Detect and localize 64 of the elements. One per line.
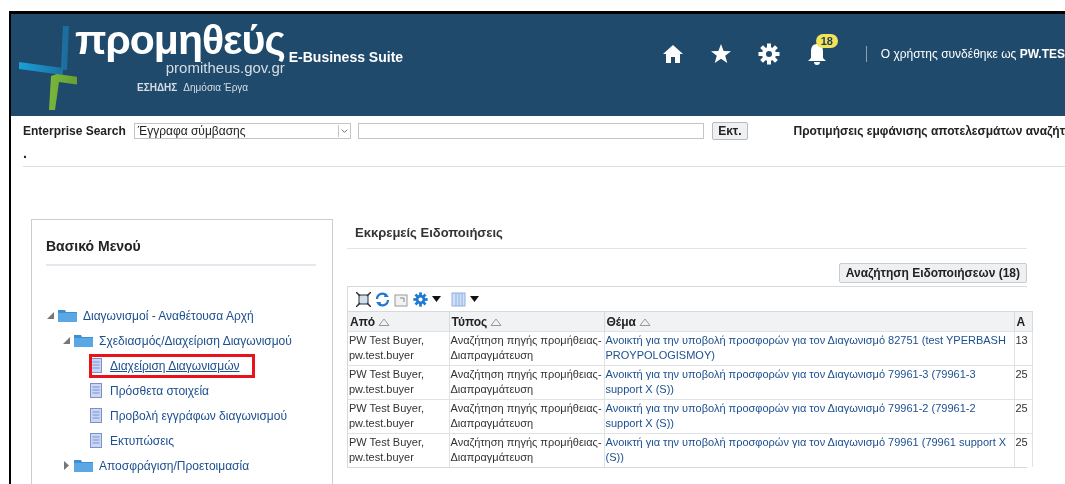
search-field[interactable] (357, 123, 705, 139)
star-icon[interactable] (709, 43, 732, 65)
table-cell-text: 25 (1015, 435, 1029, 450)
table-cell-text: PW Test Buyer, pw.test.buyer (349, 401, 425, 431)
document-icon (90, 433, 102, 448)
refresh-icon[interactable] (375, 291, 390, 307)
logo-wordmark: προμηθεύς (75, 18, 285, 62)
menu-title: Βασικό Μενού (46, 238, 141, 254)
menu-link[interactable]: Διαχείριση Διαγωνισμών (92, 356, 252, 375)
table-cell: Αναζήτηση πηγής προμήθειας-Διαπραγμάτευση (450, 435, 603, 465)
table-cell: Αναζήτηση πηγής προμήθειας-Διαπραγμάτευση (450, 333, 603, 363)
table-cell-text: PW Test Buyer, pw.test.buyer (349, 435, 425, 465)
logo-tag: ΕΣΗΔΗΣ (137, 82, 178, 93)
notification-badge: 18 (815, 34, 838, 48)
table-cell: Αναζήτηση πηγής προμήθειας-Διαπραγμάτευση (450, 367, 603, 397)
preferences-link[interactable]: Προτιμήσεις εμφάνισης αποτελεσμάτων αναζήτ (793, 124, 1065, 138)
collapse-icon[interactable] (62, 336, 71, 345)
section-title: Εκκρεμείς Ειδοποιήσεις (355, 225, 503, 240)
folder-icon (74, 334, 93, 347)
column-header[interactable]: Από (350, 314, 376, 329)
subject-link[interactable]: Ανοικτή για την υποβολή προσφορών για τον Διαγωνισμό 79961-2 (79961-2 support X (S)) (605, 401, 1013, 431)
menu-link[interactable]: Πρόσθετα στοιχεία (110, 383, 209, 398)
dropdown-icon[interactable] (470, 296, 479, 302)
sort-icon[interactable] (378, 317, 391, 326)
menu-link[interactable]: Αποσφράγιση/Προετοιμασία (99, 458, 250, 473)
table-cell-text: 25 (1015, 367, 1029, 382)
go-button[interactable]: Εκτ. (712, 122, 748, 140)
folder-icon (74, 459, 93, 472)
search-label: Enterprise Search (23, 124, 126, 138)
table-cell-text: 25 (1015, 401, 1029, 416)
menu-link[interactable]: Σχεδιασμός/Διαχείριση Διαγωνισμού (99, 333, 292, 348)
settings-icon[interactable] (757, 43, 780, 65)
settings-icon[interactable] (413, 291, 428, 307)
search-notifications-button[interactable]: Αναζήτηση Ειδοποιήσεων (18) (838, 263, 1027, 283)
table-cell-text: 13 (1015, 333, 1029, 348)
user-status: Ο χρήστης συνδέθηκε ως PW.TES (880, 47, 1065, 61)
document-icon (90, 408, 102, 423)
subject-link[interactable]: Ανοικτή για την υποβολή προσφορών για τον Διαγωνισμό 79961-3 (79961-3 support X (S)) (605, 367, 1013, 397)
document-icon (90, 358, 102, 373)
home-icon[interactable] (661, 43, 684, 65)
logo-icon (17, 26, 77, 110)
folder-icon (58, 309, 77, 322)
dot-text: . (23, 145, 27, 161)
column-header[interactable]: Θέμα (606, 314, 636, 329)
table-cell-text: PW Test Buyer, pw.test.buyer (349, 367, 425, 397)
menu-link[interactable]: Εκτυπώσεις (110, 433, 174, 448)
menu-link[interactable]: Προβολή εγγράφων διαγωνισμού (110, 408, 287, 423)
document-icon (90, 383, 102, 398)
table-cell: Αναζήτηση πηγής προμήθειας-Διαπραγμάτευση (450, 401, 603, 431)
table-cell-text: PW Test Buyer, pw.test.buyer (349, 333, 425, 363)
dropdown-icon[interactable] (432, 296, 441, 302)
suite-title: E-Business Suite (288, 49, 404, 65)
collapse-icon[interactable] (46, 311, 55, 320)
sort-icon[interactable] (638, 317, 651, 326)
logo-subtitle: Δημόσια Έργα (183, 82, 249, 93)
category-dropdown[interactable]: Έγγραφα σύμβασης (133, 123, 351, 139)
menu-link[interactable]: Διαγωνισμοί - Αναθέτουσα Αρχή (83, 308, 254, 323)
expand-icon[interactable] (62, 461, 71, 470)
column-header[interactable]: Τύπος (451, 314, 488, 329)
subject-link[interactable]: Ανοικτή για την υποβολή προσφορών για τον Διαγωνισμό 79961 (79961 support X (S)) (605, 435, 1013, 465)
caret-icon[interactable] (337, 125, 350, 137)
sort-icon[interactable] (490, 317, 503, 326)
subject-link[interactable]: Ανοικτή για την υποβολή προσφορών για τον Διαγωνισμό 82751 (test YPERBASH PROYPOLOGISMOY) (605, 333, 1013, 363)
detach-icon[interactable] (356, 291, 371, 307)
